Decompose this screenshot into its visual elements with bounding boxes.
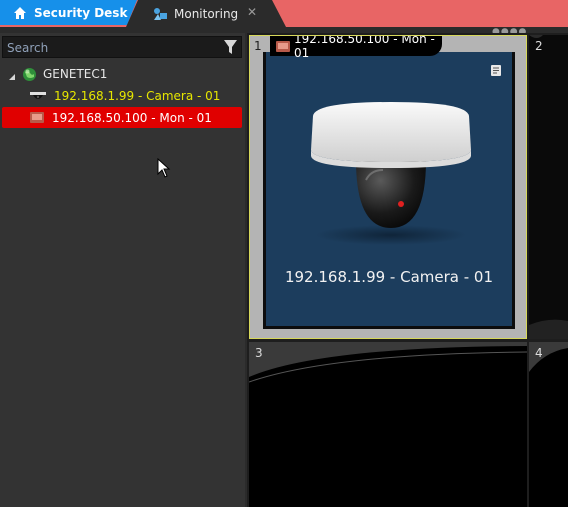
monitor-icon (30, 112, 44, 123)
filter-icon[interactable] (223, 39, 238, 55)
tree-item-monitor-selected[interactable]: 192.168.50.100 - Mon - 01 (2, 107, 242, 128)
empty-tile-background (529, 342, 568, 507)
tree-node-label: GENETEC1 (43, 67, 108, 81)
video-frame[interactable]: 192.168.1.99 - Camera - 01 (263, 52, 515, 329)
tab-monitoring-label: Monitoring (174, 6, 239, 21)
tab-bar: Security Desk Monitoring ✕ (0, 0, 568, 27)
tile-2[interactable]: 2 (529, 35, 568, 339)
tile-3[interactable]: 3 (249, 342, 527, 507)
tile-number: 4 (535, 346, 543, 360)
monitor-icon (276, 40, 290, 52)
video-caption: 192.168.1.99 - Camera - 01 (284, 268, 494, 286)
close-icon[interactable]: ✕ (247, 5, 257, 19)
area-view-panel: GENETEC1 192.168.1.99 - Camera - 01 192.… (0, 33, 245, 507)
tab-security-desk-label: Security Desk (34, 5, 128, 20)
globe-icon (22, 67, 37, 82)
dome-camera-image (311, 102, 471, 245)
tree-node-genetec1[interactable]: GENETEC1 (8, 64, 107, 84)
search-input[interactable] (3, 37, 224, 59)
empty-tile-background (529, 35, 568, 339)
tile-number: 2 (535, 39, 543, 53)
tree-item-camera[interactable]: 192.168.1.99 - Camera - 01 (30, 86, 220, 106)
tile-title: 192.168.50.100 - Mon - 01 (294, 35, 435, 60)
collapse-triangle-icon[interactable] (8, 70, 16, 80)
document-icon[interactable] (490, 62, 502, 76)
search-box (2, 36, 242, 59)
tile-number: 3 (255, 346, 263, 360)
mouse-pointer-icon (157, 157, 171, 178)
empty-tile-background (249, 342, 527, 507)
tree-item-label: 192.168.50.100 - Mon - 01 (52, 110, 212, 125)
tile-4[interactable]: 4 (529, 342, 568, 507)
tab-monitoring[interactable]: Monitoring ✕ (126, 0, 286, 27)
tile-1[interactable]: 1 192.168.1.99 - Camera - 01 192.168.50.… (249, 35, 527, 339)
camera-icon (30, 90, 46, 102)
monitoring-tile-grid: 1 192.168.1.99 - Camera - 01 192.168.50.… (247, 33, 568, 507)
tile-number: 1 (254, 39, 262, 53)
monitoring-icon (152, 6, 168, 22)
tree-item-label: 192.168.1.99 - Camera - 01 (54, 89, 221, 103)
home-icon (13, 6, 27, 20)
tile-title-bar[interactable]: 192.168.50.100 - Mon - 01 (270, 36, 442, 60)
tab-security-desk[interactable]: Security Desk (0, 0, 137, 25)
